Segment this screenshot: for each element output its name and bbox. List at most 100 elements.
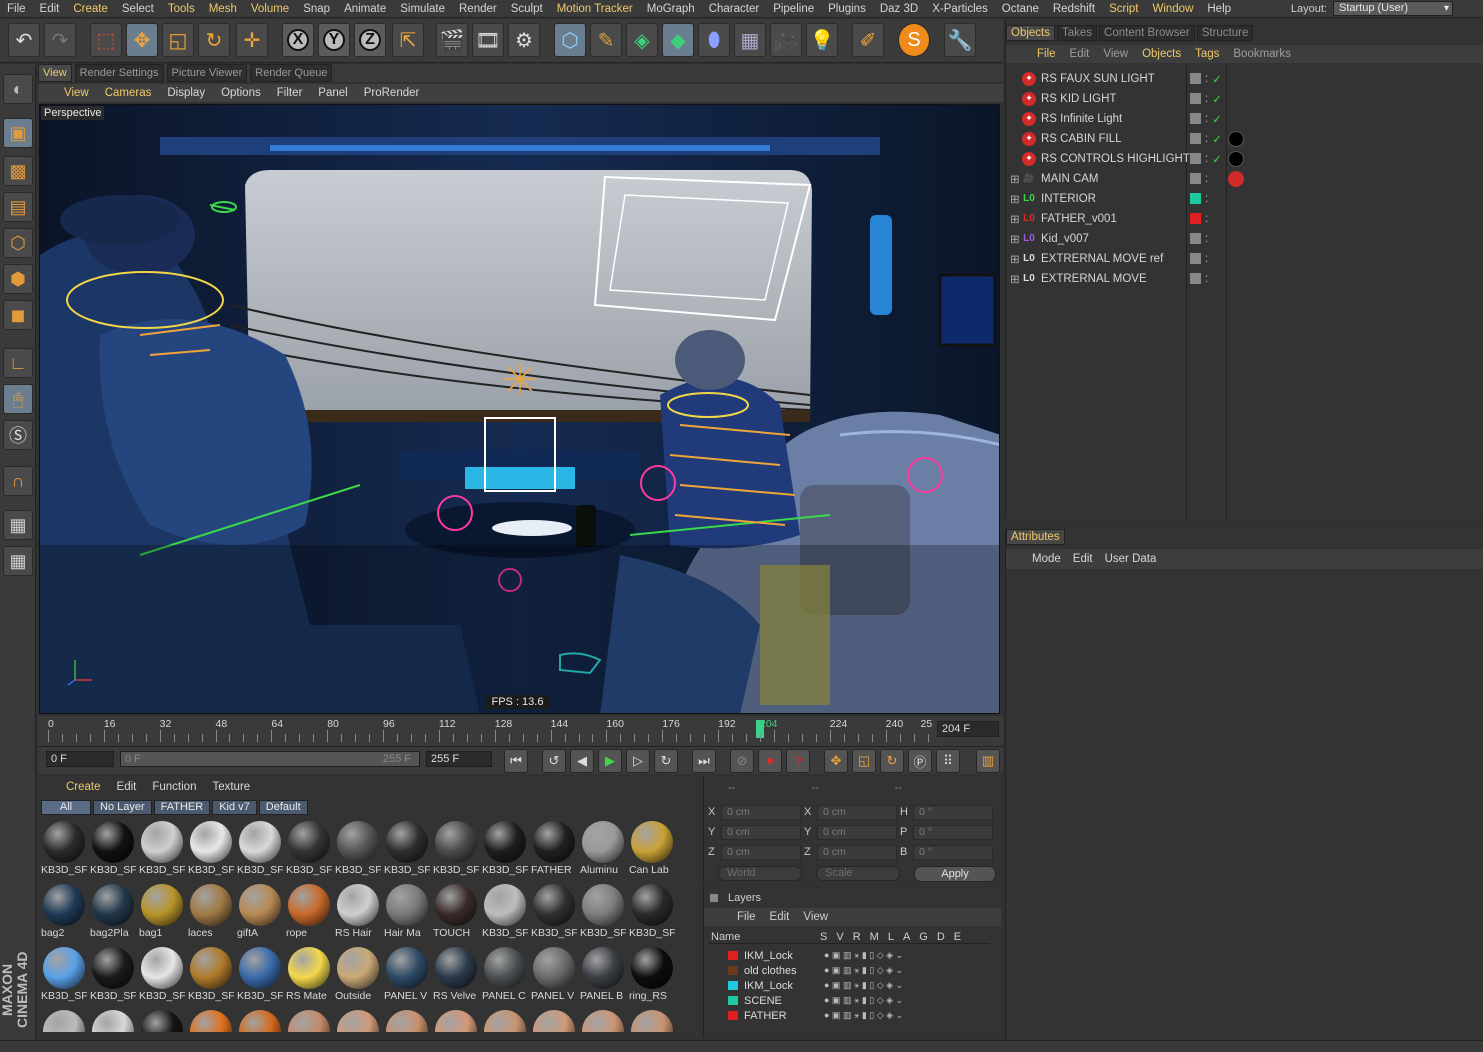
current-frame-field[interactable]: 204 F <box>937 721 999 737</box>
tweak-mode-icon[interactable]: 🖱 <box>3 384 33 414</box>
object-menu-view[interactable]: View <box>1096 48 1135 60</box>
object-toggles[interactable]: : <box>1190 253 1208 265</box>
material-swatch[interactable]: KB3D_SF <box>237 946 283 1006</box>
material-swatch[interactable] <box>482 1009 528 1032</box>
sculpt-wrench-icon[interactable]: 🔧 <box>944 23 976 57</box>
object-row[interactable]: ✦ RS FAUX SUN LIGHT: ✓ <box>1014 69 1479 88</box>
expand-icon[interactable]: ⊞ <box>1010 232 1022 246</box>
material-swatch[interactable] <box>580 1009 626 1032</box>
material-swatch[interactable] <box>531 1009 577 1032</box>
material-swatch[interactable]: PANEL V <box>384 946 430 1006</box>
menu-file[interactable]: File <box>0 3 33 15</box>
brush-icon[interactable]: ✐ <box>852 23 884 57</box>
expand-icon[interactable]: ⊞ <box>1010 172 1022 186</box>
menu-snap[interactable]: Snap <box>296 3 337 15</box>
layout-select[interactable]: Startup (User) <box>1333 1 1453 16</box>
floor-icon[interactable]: ▦ <box>734 23 766 57</box>
object-menu-tags[interactable]: Tags <box>1188 48 1226 60</box>
render-settings-icon[interactable]: ⚙ <box>508 23 540 57</box>
menu-volume[interactable]: Volume <box>244 3 296 15</box>
object-toggles[interactable]: : ✓ <box>1190 152 1222 166</box>
material-swatch[interactable]: KB3D_SF <box>90 946 136 1006</box>
material-swatch[interactable]: Outside <box>335 946 381 1006</box>
coordinate-system-icon[interactable]: ⇱ <box>392 23 424 57</box>
attributes-menu-edit[interactable]: Edit <box>1067 553 1099 565</box>
menu-edit[interactable]: Edit <box>33 3 67 15</box>
menu-tools[interactable]: Tools <box>161 3 202 15</box>
coord-field[interactable]: 0 cm <box>817 824 897 840</box>
render-picture-viewer-icon[interactable]: 🎞 <box>472 23 504 57</box>
material-swatch[interactable]: laces <box>188 883 234 943</box>
object-row[interactable]: ✦ RS Infinite Light: ✓ <box>1014 109 1479 128</box>
timeline-window-icon[interactable]: ▥ <box>976 749 1000 773</box>
material-swatch[interactable]: PANEL V <box>531 946 577 1006</box>
menu-pipeline[interactable]: Pipeline <box>766 3 821 15</box>
material-swatch[interactable]: bag1 <box>139 883 185 943</box>
recent-tool-icon[interactable]: ✛ <box>236 23 268 57</box>
polygons-mode-icon[interactable]: ◼ <box>3 300 33 330</box>
material-swatch[interactable]: KB3D_SF <box>139 946 185 1006</box>
layer-menu-view[interactable]: View <box>796 911 835 923</box>
menu-sculpt[interactable]: Sculpt <box>504 3 550 15</box>
material-swatch[interactable]: RS Hair <box>335 883 381 943</box>
material-menu-create[interactable]: Create <box>58 781 109 793</box>
y-axis-lock-icon[interactable]: Y <box>318 23 350 57</box>
layer-flag-icons[interactable]: ● ▣ ▥ ⚹ ▮ ▯ ◇ ◈ ⌄ <box>824 980 903 991</box>
edges-mode-icon[interactable]: ⬢ <box>3 264 33 294</box>
coord-scale-select[interactable]: Scale <box>816 866 900 881</box>
material-swatch[interactable]: KB3D_SF <box>433 820 479 880</box>
redo-icon[interactable]: ↷ <box>44 23 76 57</box>
material-filter-default[interactable]: Default <box>258 800 308 815</box>
menu-render[interactable]: Render <box>452 3 504 15</box>
viewport-menu-display[interactable]: Display <box>159 87 213 99</box>
x-axis-lock-icon[interactable]: X <box>282 23 314 57</box>
coord-field[interactable]: 0 cm <box>721 824 801 840</box>
visibility-dots-icon[interactable]: : <box>1205 213 1208 225</box>
material-filter-no-layer[interactable]: No Layer <box>93 800 152 815</box>
object-toggles[interactable]: : ✓ <box>1190 72 1222 86</box>
viewport-menu-view[interactable]: View <box>56 87 97 99</box>
viewport-menu-prorender[interactable]: ProRender <box>356 87 428 99</box>
material-swatch[interactable]: KB3D_SF <box>531 883 577 943</box>
object-toggles[interactable]: : ✓ <box>1190 112 1222 126</box>
layer-row[interactable]: FATHER ● ▣ ▥ ⚹ ▮ ▯ ◇ ◈ ⌄ <box>708 1008 978 1023</box>
material-swatch[interactable] <box>433 1009 479 1032</box>
check-icon[interactable]: ✓ <box>1212 152 1222 166</box>
material-swatch[interactable] <box>139 1009 185 1032</box>
viewport-menu-filter[interactable]: Filter <box>269 87 311 99</box>
layer-flag-icons[interactable]: ● ▣ ▥ ⚹ ▮ ▯ ◇ ◈ ⌄ <box>824 1010 903 1021</box>
menu-daz-3d[interactable]: Daz 3D <box>873 3 925 15</box>
tag-icon[interactable] <box>1228 150 1244 167</box>
tab-objects[interactable]: Objects <box>1006 25 1055 41</box>
expand-icon[interactable]: ⊞ <box>1010 192 1022 206</box>
coord-field[interactable]: 0 cm <box>721 804 801 820</box>
object-toggles[interactable]: : ✓ <box>1190 92 1222 106</box>
next-key-icon[interactable]: ↻ <box>654 749 678 773</box>
material-swatch[interactable]: KB3D_SF <box>335 820 381 880</box>
check-icon[interactable]: ✓ <box>1212 92 1222 106</box>
tab-view[interactable]: View <box>38 64 72 82</box>
cube-primitive-icon[interactable]: ⬡ <box>554 23 586 57</box>
material-swatch[interactable] <box>41 1009 87 1032</box>
object-row[interactable]: ⊞ L0 INTERIOR: <box>1010 189 1479 208</box>
layer-flag-icons[interactable]: ● ▣ ▥ ⚹ ▮ ▯ ◇ ◈ ⌄ <box>824 950 903 961</box>
plugin-s-icon[interactable]: S <box>898 23 930 57</box>
material-swatch[interactable] <box>629 1009 675 1032</box>
material-swatch[interactable] <box>286 1009 332 1032</box>
object-row[interactable]: ⊞ L0 FATHER_v001: <box>1010 209 1479 228</box>
object-row[interactable]: ⊞ L0 EXTRERNAL MOVE ref: <box>1010 249 1479 268</box>
material-swatch[interactable]: KB3D_SF <box>188 820 234 880</box>
coord-field[interactable]: 0 ° <box>913 844 993 860</box>
menu-create[interactable]: Create <box>66 3 115 15</box>
material-swatch[interactable]: KB3D_SF <box>629 883 675 943</box>
tag-icon[interactable] <box>1228 130 1244 147</box>
layer-row[interactable]: SCENE ● ▣ ▥ ⚹ ▮ ▯ ◇ ◈ ⌄ <box>708 993 978 1008</box>
material-swatch[interactable]: PANEL C <box>482 946 528 1006</box>
material-swatch[interactable]: giftA <box>237 883 283 943</box>
rotate-tool-icon[interactable]: ↻ <box>198 23 230 57</box>
material-swatch[interactable]: KB3D_SF <box>286 820 332 880</box>
coord-field[interactable]: 0 cm <box>817 804 897 820</box>
material-swatch[interactable]: RS Mate <box>286 946 332 1006</box>
check-icon[interactable]: ✓ <box>1212 132 1222 146</box>
menu-window[interactable]: Window <box>1145 3 1200 15</box>
